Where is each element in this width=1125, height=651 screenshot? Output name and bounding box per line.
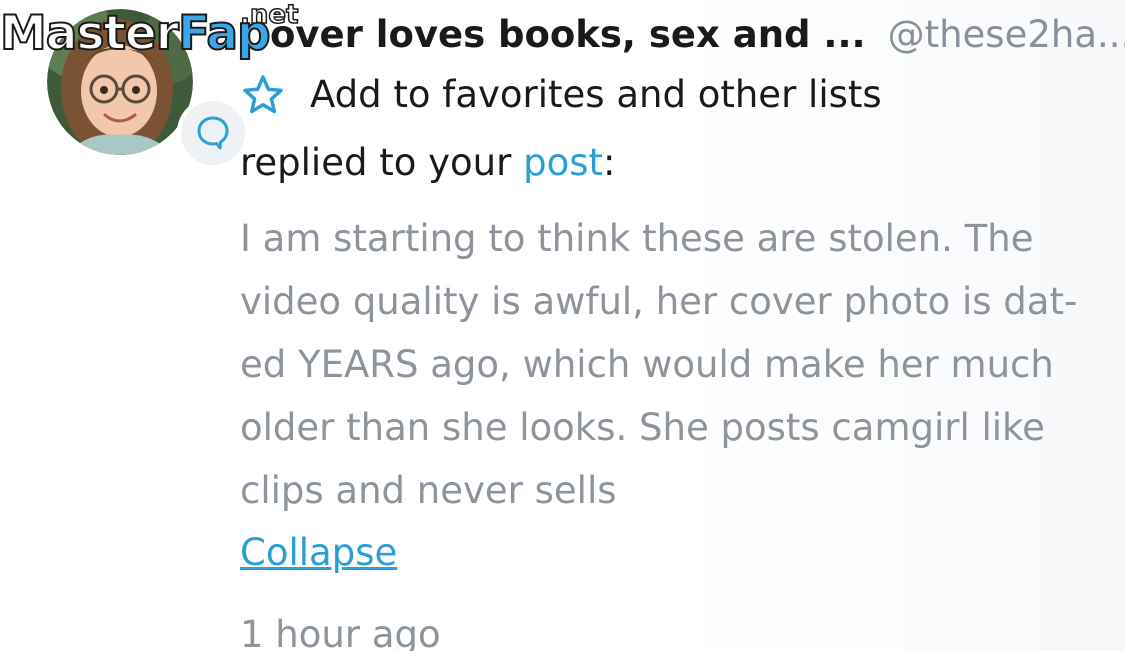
add-to-favorites-button[interactable]: Add to favorites and other lists (240, 72, 882, 118)
timestamp: 1 hour ago (240, 613, 441, 651)
comment-line: video quality is awful, her cover photo … (240, 280, 1078, 323)
watermark-suffix: .net (239, 0, 299, 31)
collapse-link[interactable]: Collapse (240, 530, 397, 576)
sender-name[interactable]: over loves books, sex and ... (270, 13, 866, 56)
comment-line: clips and never sells (240, 469, 617, 512)
reply-badge (177, 97, 249, 169)
notification-page: over loves books, sex and ... @these2ha..… (0, 0, 1125, 651)
star-outline-icon (240, 72, 286, 118)
reply-bubble-icon (197, 116, 229, 150)
comment-line: older than she looks. She posts camgirl … (240, 406, 1045, 449)
notification-header: over loves books, sex and ... @these2ha..… (270, 12, 1125, 58)
watermark-logo: MasterFap .net (0, 0, 320, 76)
post-link[interactable]: post (523, 141, 603, 184)
comment-line: I am starting to think these are stolen.… (240, 217, 1034, 260)
comment-text: I am starting to think these are stolen.… (240, 207, 1080, 522)
watermark-part1: Master (0, 5, 180, 62)
replied-suffix: : (603, 141, 616, 184)
sender-handle[interactable]: @these2ha... (888, 13, 1125, 56)
comment-line: ed YEARS ago, which would make her much (240, 343, 1054, 386)
add-to-favorites-label: Add to favorites and other lists (310, 73, 882, 116)
replied-line: replied to your post: (240, 140, 615, 186)
replied-prefix: replied to your (240, 141, 512, 184)
